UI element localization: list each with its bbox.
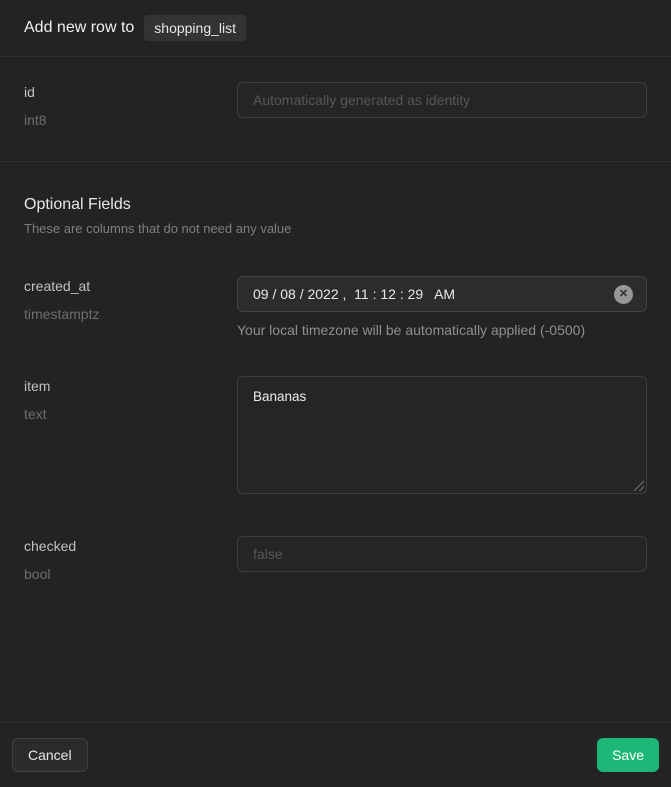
optional-fields-section: Optional Fields These are columns that d… [0,162,671,583]
field-name-item: item [24,378,237,395]
field-type-checked: bool [24,566,237,583]
field-type-created-at: timestamptz [24,306,237,323]
field-name-id: id [24,84,237,101]
field-row-item: item text Bananas [24,376,647,494]
table-name-chip: shopping_list [144,15,246,41]
created-at-value: 09 / 08 / 2022 , 11 : 12 : 29 AM [253,286,614,302]
panel-header: Add new row to shopping_list [0,0,671,57]
field-type-id: int8 [24,112,237,129]
field-row-checked: checked bool [24,536,647,583]
optional-section-subtitle: These are columns that do not need any v… [24,221,647,236]
clear-datetime-icon[interactable]: ✕ [614,285,633,304]
optional-section-title: Optional Fields [24,196,647,214]
field-type-item: text [24,406,237,423]
panel-footer: Cancel Save [0,722,671,787]
checked-input[interactable] [237,536,647,572]
created-at-datetime-input[interactable]: 09 / 08 / 2022 , 11 : 12 : 29 AM ✕ [237,276,647,312]
field-row-created-at: created_at timestamptz 09 / 08 / 2022 , … [24,276,647,338]
required-fields-section: id int8 [0,57,671,162]
item-textarea[interactable]: Bananas [237,376,647,494]
field-label-col: id int8 [24,82,237,129]
panel-title: Add new row to [24,19,134,37]
field-name-created-at: created_at [24,278,237,295]
save-button[interactable]: Save [597,738,659,772]
field-row-id: id int8 [24,82,647,129]
timezone-hint: Your local timezone will be automaticall… [237,322,647,338]
id-input[interactable] [237,82,647,118]
field-name-checked: checked [24,538,237,555]
cancel-button[interactable]: Cancel [12,738,88,772]
